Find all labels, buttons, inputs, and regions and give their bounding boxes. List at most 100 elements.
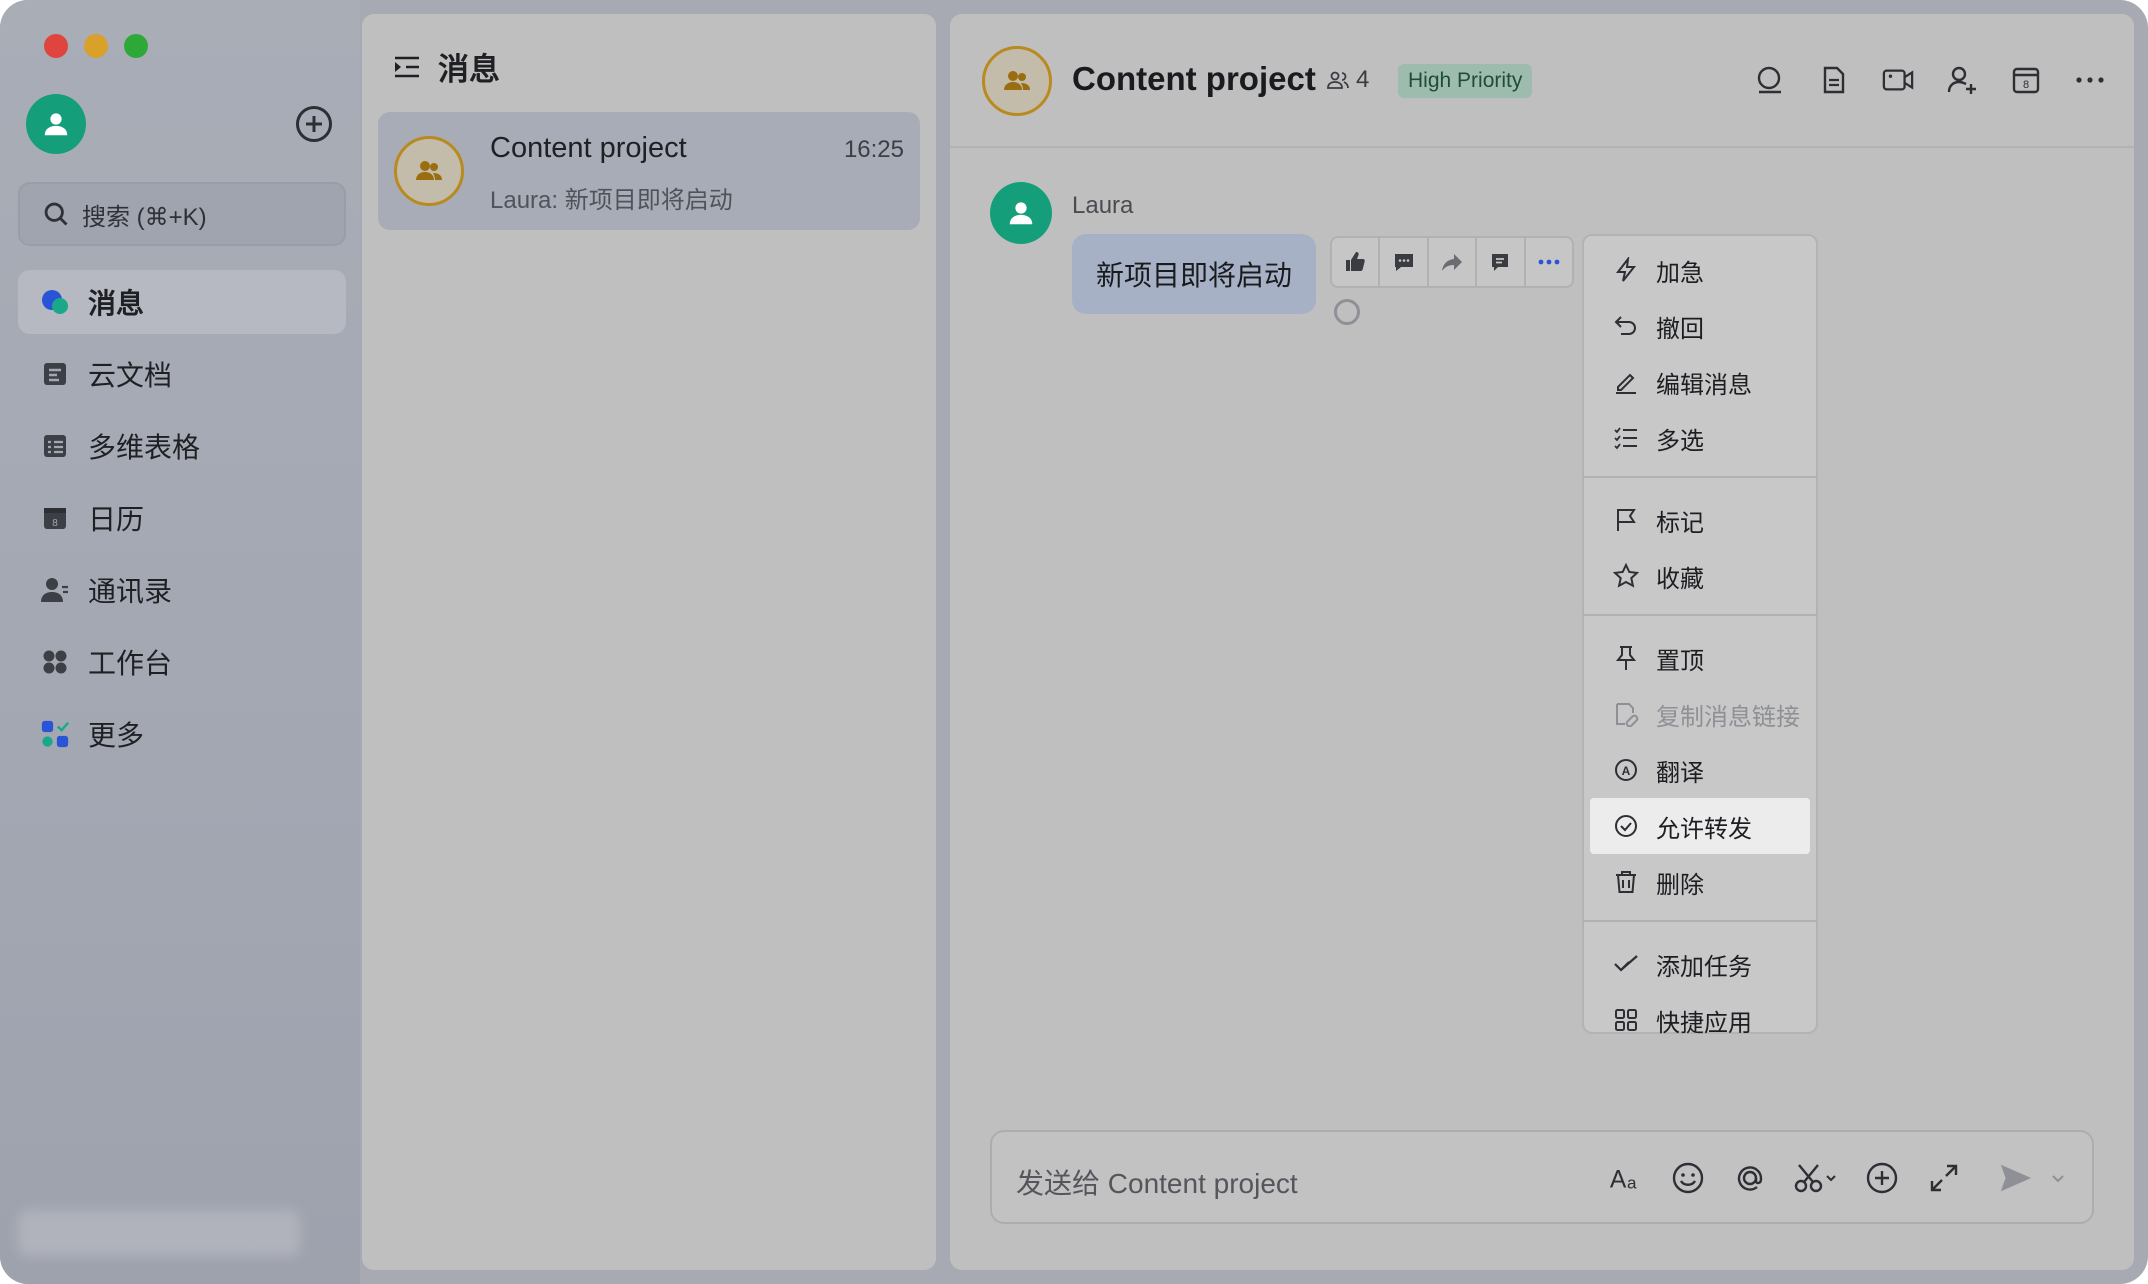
table-icon: [40, 431, 70, 461]
member-count[interactable]: 4: [1326, 66, 1369, 94]
menu-item-urgent[interactable]: 加急: [1590, 242, 1810, 298]
group-icon: [1004, 71, 1030, 90]
menu-item-pin[interactable]: 置顶: [1590, 630, 1810, 686]
sidebar-item-messages[interactable]: 消息: [18, 270, 346, 334]
chat-time: 16:25: [843, 136, 904, 163]
calendar-icon[interactable]: 8: [2010, 64, 2042, 96]
svg-text:A: A: [1622, 764, 1631, 778]
menu-item-translate[interactable]: A 翻译: [1590, 742, 1810, 798]
forward-icon[interactable]: [1429, 238, 1478, 286]
menu-item-delete[interactable]: 删除: [1590, 854, 1810, 910]
document-icon[interactable]: [1818, 64, 1850, 96]
input-placeholder: 发送给 Content project: [1016, 1168, 1298, 1199]
menu-item-quick-apps[interactable]: 快捷应用: [1590, 992, 1810, 1048]
sidebar-item-label: 更多: [88, 720, 145, 751]
more-actions-icon[interactable]: [1526, 238, 1572, 286]
menu-item-flag[interactable]: 标记: [1590, 492, 1810, 548]
header-toolbar: 8: [1754, 64, 2106, 96]
chat-list-header: 消息: [392, 44, 500, 89]
svg-text:a: a: [1627, 1173, 1637, 1192]
text-format-icon[interactable]: Aa: [1608, 1160, 1644, 1196]
close-window-button[interactable]: [44, 34, 68, 58]
menu-item-label: 快捷应用: [1656, 1009, 1752, 1037]
menu-item-label: 撤回: [1656, 315, 1704, 343]
menu-divider: [1582, 614, 1818, 616]
read-status-icon[interactable]: [1334, 299, 1360, 325]
list-item[interactable]: Content project 16:25 Laura: 新项目即将启动: [378, 112, 920, 230]
app-window: 搜索 (⌘+K) 消息 云文档 多维表格 8 日历 通讯录 工作台 更多 消息 …: [0, 0, 2148, 1284]
collapse-list-icon[interactable]: [392, 52, 422, 82]
more-options-icon[interactable]: [2074, 64, 2106, 96]
link-icon: [1612, 700, 1640, 728]
mention-icon[interactable]: [1732, 1160, 1768, 1196]
menu-item-label: 允许转发: [1656, 815, 1752, 843]
menu-item-label: 标记: [1656, 509, 1704, 537]
menu-item-label: 删除: [1656, 871, 1704, 899]
conversation-panel: Content project 4 High Priority 8 Laura …: [950, 14, 2134, 1270]
plus-icon: [306, 116, 322, 132]
svg-text:A: A: [1610, 1166, 1627, 1193]
menu-item-label: 复制消息链接: [1656, 703, 1800, 731]
video-call-icon[interactable]: [1882, 64, 1914, 96]
sidebar-item-workplace[interactable]: 工作台: [18, 630, 346, 694]
emoji-icon[interactable]: [1670, 1160, 1706, 1196]
lightning-icon: [1612, 256, 1640, 284]
sidebar-item-calendar[interactable]: 8 日历: [18, 486, 346, 550]
page-title: Content project: [1072, 60, 1316, 97]
maximize-window-button[interactable]: [124, 34, 148, 58]
sidebar-item-label: 日历: [88, 504, 145, 535]
sender-avatar[interactable]: [990, 182, 1052, 244]
menu-item-label: 多选: [1656, 427, 1704, 455]
translate-icon: A: [1612, 756, 1640, 784]
conversation-header: Content project 4 High Priority 8: [950, 14, 2134, 148]
menu-item-label: 翻译: [1656, 759, 1704, 787]
chat-preview: Laura: 新项目即将启动: [490, 187, 733, 214]
reply-icon[interactable]: [1380, 238, 1429, 286]
minimize-window-button[interactable]: [84, 34, 108, 58]
status-badge: High Priority: [1398, 64, 1533, 98]
sidebar-item-docs[interactable]: 云文档: [18, 342, 346, 406]
calendar-icon: 8: [40, 503, 70, 533]
search-chat-icon[interactable]: [1754, 64, 1786, 96]
search-input[interactable]: 搜索 (⌘+K): [18, 182, 346, 246]
menu-item-label: 添加任务: [1656, 953, 1752, 981]
svg-text:8: 8: [52, 518, 58, 529]
status-bar-blurred: [18, 1210, 300, 1256]
sidebar-item-label: 工作台: [88, 648, 173, 679]
add-attachment-icon[interactable]: [1864, 1160, 1900, 1196]
sidebar-item-base[interactable]: 多维表格: [18, 414, 346, 478]
quote-icon[interactable]: [1477, 238, 1526, 286]
menu-item-label: 编辑消息: [1656, 371, 1752, 399]
message-bubble[interactable]: 新项目即将启动: [1072, 234, 1317, 314]
flag-icon: [1612, 506, 1640, 534]
chat-list-title: 消息: [438, 52, 500, 87]
send-options-chevron-down-icon[interactable]: [2048, 1160, 2068, 1196]
menu-item-recall[interactable]: 撤回: [1590, 298, 1810, 354]
send-icon[interactable]: [1998, 1160, 2034, 1196]
chat-name: Content project: [490, 132, 687, 164]
menu-item-add-task[interactable]: 添加任务: [1590, 936, 1810, 992]
menu-divider: [1582, 920, 1818, 922]
menu-item-favorite[interactable]: 收藏: [1590, 548, 1810, 604]
chat-list-panel: 消息 Content project 16:25 Laura: 新项目即将启动: [362, 14, 936, 1270]
group-avatar[interactable]: [982, 46, 1052, 116]
message-input[interactable]: 发送给 Content project Aa: [990, 1130, 2094, 1224]
avatar[interactable]: [26, 94, 86, 154]
create-button[interactable]: [296, 106, 332, 142]
add-member-icon[interactable]: [1946, 64, 1978, 96]
sidebar-nav: 消息 云文档 多维表格 8 日历 通讯录 工作台 更多: [18, 270, 346, 774]
message-text: 新项目即将启动: [1096, 260, 1293, 291]
message-icon: [40, 287, 70, 317]
message-sender: Laura: [1072, 192, 1134, 219]
expand-icon[interactable]: [1926, 1160, 1962, 1196]
sidebar-item-label: 多维表格: [88, 432, 201, 463]
more-apps-icon: [40, 719, 70, 749]
menu-item-edit[interactable]: 编辑消息: [1590, 354, 1810, 410]
star-icon: [1612, 562, 1640, 590]
menu-item-multiselect[interactable]: 多选: [1590, 410, 1810, 466]
thumbs-up-icon[interactable]: [1332, 238, 1381, 286]
screenshot-icon[interactable]: [1794, 1160, 1838, 1196]
menu-item-allow-forward[interactable]: 允许转发: [1590, 798, 1810, 854]
sidebar-item-more[interactable]: 更多: [18, 702, 346, 766]
sidebar-item-contacts[interactable]: 通讯录: [18, 558, 346, 622]
